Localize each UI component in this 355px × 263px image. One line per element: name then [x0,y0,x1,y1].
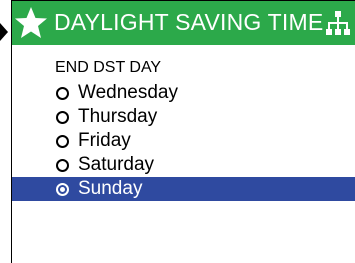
option-thursday[interactable]: Thursday [12,105,355,129]
section-label: END DST DAY [55,59,162,76]
option-sunday[interactable]: Sunday [12,177,355,201]
header-bar: DAYLIGHT SAVING TIME [12,1,355,45]
page-title: DAYLIGHT SAVING TIME [54,9,324,35]
star-icon [15,7,47,38]
radio-button[interactable] [56,159,69,172]
network-icon [326,11,350,35]
radio-button[interactable] [56,135,69,148]
dst-screen: DAYLIGHT SAVING TIME END DST DAY Wednesd… [11,0,355,263]
option-label: Friday [78,130,131,151]
radio-button[interactable] [56,111,69,124]
radio-button-selected[interactable] [56,183,69,196]
option-label: Saturday [78,154,155,175]
option-saturday[interactable]: Saturday [12,153,355,177]
radio-button[interactable] [56,87,69,100]
option-label: Sunday [78,178,143,199]
pointer-arrow-icon [0,23,8,41]
option-label: Wednesday [78,82,178,103]
option-label: Thursday [78,106,158,127]
option-wednesday[interactable]: Wednesday [12,81,355,105]
option-friday[interactable]: Friday [12,129,355,153]
